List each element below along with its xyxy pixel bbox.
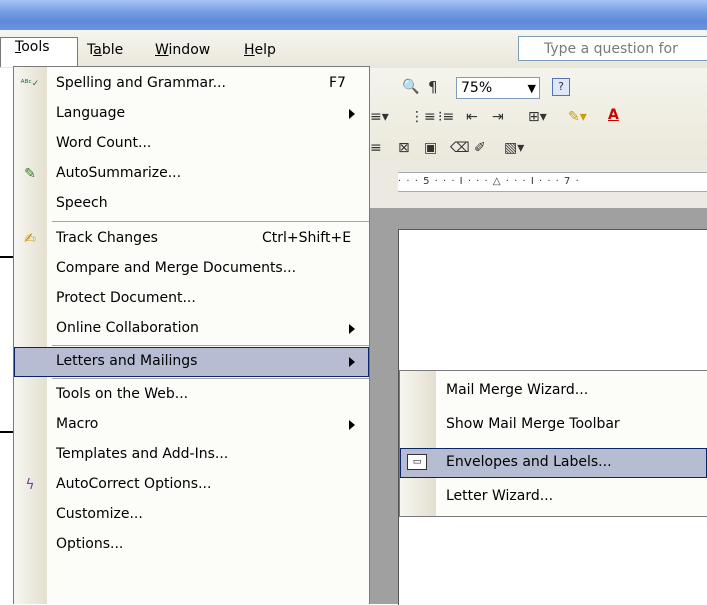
menu-item-label: Language (56, 105, 126, 121)
menu-item-label: Protect Document... (56, 290, 196, 306)
menu-item-tools-on-web[interactable]: Tools on the Web... (14, 380, 369, 410)
zoom-select[interactable]: 75% ▼ (456, 77, 540, 99)
submenu-item-label: Show Mail Merge Toolbar (446, 416, 620, 432)
frame-icon[interactable]: ▣ (424, 140, 437, 156)
submenu-arrow-icon (349, 324, 355, 334)
menu-item-options[interactable]: Options... (14, 530, 369, 560)
menu-item-label: Macro (56, 416, 99, 432)
menu-item-customize[interactable]: Customize... (14, 500, 369, 530)
font-color-icon[interactable]: A (608, 107, 619, 123)
submenu-arrow-icon (349, 109, 355, 119)
menu-item-online-collaboration[interactable]: Online Collaboration (14, 314, 369, 344)
menu-table[interactable]: Table (87, 38, 123, 62)
menu-item-spelling[interactable]: ᴬᴮᶜ✓ Spelling and Grammar... F7 (14, 69, 369, 99)
menu-item-label: Templates and Add-Ins... (56, 446, 229, 462)
left-edge (0, 68, 14, 604)
menu-tools[interactable]: Tools (0, 37, 78, 67)
ruler: · · · 5 · · · I · · · △ · · · I · · · 7 … (368, 160, 707, 208)
eraser-icon[interactable]: ⌫ (450, 140, 470, 156)
align-justify-icon[interactable]: ≡ (370, 140, 382, 156)
menu-item-speech[interactable]: Speech (14, 189, 369, 219)
letters-submenu: Mail Merge Wizard... Show Mail Merge Too… (399, 370, 707, 517)
menu-item-label: Compare and Merge Documents... (56, 260, 297, 276)
decrease-indent-icon[interactable]: ⇤ (466, 109, 478, 125)
autosummarize-icon: ✎ (24, 166, 36, 182)
divider (0, 256, 14, 258)
menu-item-label: AutoCorrect Options... (56, 476, 212, 492)
menu-separator (52, 221, 369, 222)
track-changes-icon: ✍ (24, 231, 36, 247)
menu-separator (52, 378, 369, 379)
menu-window[interactable]: Window (155, 38, 210, 62)
menu-item-label: Word Count... (56, 135, 152, 151)
menu-help[interactable]: Help (244, 38, 276, 62)
table-icon[interactable]: ⊠ (398, 140, 410, 156)
print-preview-icon[interactable]: 🔍 (402, 79, 419, 95)
menu-item-protect[interactable]: Protect Document... (14, 284, 369, 314)
menu-item-label: Tools on the Web... (56, 386, 189, 402)
divider (0, 431, 14, 433)
menu-item-autocorrect[interactable]: ϟ AutoCorrect Options... (14, 470, 369, 500)
bullets-icon[interactable]: ⁝≡ (438, 109, 454, 125)
submenu-item-label: Mail Merge Wizard... (446, 382, 589, 398)
tools-menu: ᴬᴮᶜ✓ Spelling and Grammar... F7 Language… (13, 66, 370, 604)
highlight-icon[interactable]: ✎▾ (568, 109, 587, 125)
menu-item-templates[interactable]: Templates and Add-Ins... (14, 440, 369, 470)
menu-item-shortcut: Ctrl+Shift+E (262, 230, 352, 246)
title-bar (0, 0, 707, 30)
submenu-item-mail-merge-wizard[interactable]: Mail Merge Wizard... (400, 376, 707, 406)
submenu-item-envelopes-labels[interactable]: ▭ Envelopes and Labels... (400, 448, 707, 478)
draw-icon[interactable]: ✐ (474, 140, 486, 156)
align-icon[interactable]: ≡▾ (370, 109, 389, 125)
menu-item-label: Letters and Mailings (56, 353, 198, 369)
menu-separator (52, 345, 369, 346)
menu-item-letters-mailings[interactable]: Letters and Mailings (14, 347, 369, 377)
border-icon[interactable]: ⊞▾ (528, 109, 547, 125)
toolbar-formatting: ≡▾ ⋮≡ ⁝≡ ⇤ ⇥ ⊞▾ ✎▾ A (368, 100, 707, 136)
menu-item-label: Customize... (56, 506, 143, 522)
menu-item-shortcut: F7 (329, 75, 346, 91)
menu-item-label: Options... (56, 536, 124, 552)
menu-item-label: Speech (56, 195, 108, 211)
menu-item-label: AutoSummarize... (56, 165, 182, 181)
menu-item-label: Spelling and Grammar... (56, 75, 226, 91)
submenu-arrow-icon (349, 357, 355, 367)
chevron-down-icon: ▼ (527, 82, 536, 95)
submenu-item-letter-wizard[interactable]: Letter Wizard... (400, 482, 707, 512)
zoom-value: 75% (461, 80, 493, 96)
autocorrect-icon: ϟ (25, 477, 35, 493)
submenu-item-label: Envelopes and Labels... (446, 454, 612, 470)
picture-icon[interactable]: ▧▾ (504, 140, 524, 156)
numbering-icon[interactable]: ⋮≡ (410, 109, 436, 125)
spelling-icon: ᴬᴮᶜ✓ (20, 79, 40, 89)
menu-item-language[interactable]: Language (14, 99, 369, 129)
menu-item-autosummarize[interactable]: ✎ AutoSummarize... (14, 159, 369, 189)
submenu-item-show-mail-merge-toolbar[interactable]: Show Mail Merge Toolbar (400, 410, 707, 440)
menu-tools-label: Tools (15, 39, 50, 55)
question-input[interactable]: Type a question for (518, 36, 707, 61)
menu-item-label: Track Changes (56, 230, 158, 246)
menu-item-word-count[interactable]: Word Count... (14, 129, 369, 159)
help-icon[interactable]: ? (552, 78, 570, 96)
pilcrow-icon[interactable]: ¶ (428, 78, 438, 96)
envelope-icon: ▭ (407, 454, 427, 470)
menu-item-track-changes[interactable]: ✍ Track Changes Ctrl+Shift+E (14, 224, 369, 254)
menu-item-macro[interactable]: Macro (14, 410, 369, 440)
ruler-strip: · · · 5 · · · I · · · △ · · · I · · · 7 … (398, 172, 707, 192)
menu-item-label: Online Collaboration (56, 320, 199, 336)
menu-item-compare-merge[interactable]: Compare and Merge Documents... (14, 254, 369, 284)
toolbar-standard: 🔍 ¶ 75% ▼ ? (368, 68, 707, 104)
submenu-arrow-icon (349, 420, 355, 430)
increase-indent-icon[interactable]: ⇥ (492, 109, 504, 125)
submenu-item-label: Letter Wizard... (446, 488, 554, 504)
